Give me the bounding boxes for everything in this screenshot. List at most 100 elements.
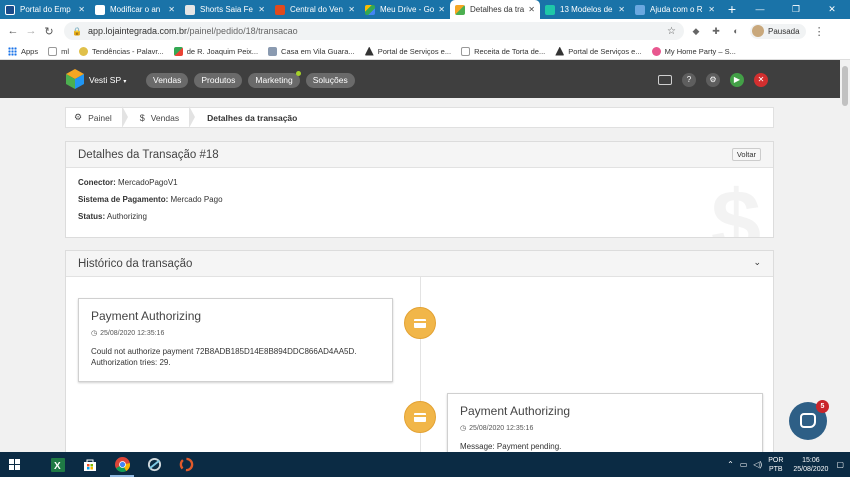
excel-icon[interactable]: X bbox=[42, 452, 74, 477]
browser-tab[interactable]: Portal do Emp ✕ bbox=[0, 0, 90, 19]
entry-title: Payment Authorizing bbox=[91, 309, 202, 323]
url-path: /painel/pedido/18/transacao bbox=[187, 26, 298, 36]
browser-tab[interactable]: Meu Drive - Go ✕ bbox=[360, 0, 450, 19]
restore-icon[interactable]: ❐ bbox=[778, 0, 814, 19]
entry-date-text: 25/08/2020 12:35:16 bbox=[100, 329, 165, 337]
chat-icon bbox=[800, 413, 816, 428]
app-spinner-icon[interactable] bbox=[170, 452, 202, 477]
bag-icon bbox=[275, 4, 285, 15]
extension-icon[interactable]: ◆ bbox=[688, 26, 704, 37]
url-input[interactable]: 🔒 app.lojaintegrada.com.br /painel/pedid… bbox=[64, 22, 684, 40]
nav-marketing[interactable]: Marketing bbox=[248, 71, 301, 88]
language-indicator[interactable]: POR PTB bbox=[768, 456, 783, 474]
kebab-menu-icon[interactable]: ⋮ bbox=[814, 25, 825, 38]
top-actions: ? ⚙ ▶ ✕ bbox=[658, 73, 768, 87]
timeline-node bbox=[404, 401, 436, 433]
chevron-down-icon[interactable]: ⌄ bbox=[753, 257, 761, 268]
lang-line: POR bbox=[768, 456, 784, 464]
drive-icon bbox=[365, 4, 375, 15]
browser-tab[interactable]: Shorts Saia Fe ✕ bbox=[180, 0, 270, 19]
reload-icon[interactable]: ↻ bbox=[40, 25, 58, 38]
windows-start-icon[interactable] bbox=[0, 452, 28, 477]
network-icon[interactable]: ▭ bbox=[740, 460, 748, 469]
close-icon[interactable]: ✕ bbox=[708, 5, 715, 14]
breadcrumb-vendas[interactable]: $ Vendas bbox=[122, 106, 196, 128]
forward-arrow-icon[interactable]: → bbox=[22, 25, 40, 37]
chrome-icon[interactable] bbox=[106, 452, 138, 477]
close-icon[interactable]: ✕ bbox=[78, 5, 85, 14]
close-icon[interactable]: ✕ bbox=[528, 5, 535, 14]
snipping-tool-icon[interactable] bbox=[138, 452, 170, 477]
close-icon[interactable]: ✕ bbox=[258, 5, 265, 14]
portal-icon bbox=[555, 46, 565, 56]
play-icon[interactable]: ▶ bbox=[730, 73, 744, 87]
maps-icon bbox=[173, 46, 183, 56]
nav-solucoes[interactable]: Soluções bbox=[305, 73, 355, 88]
credit-card-icon bbox=[414, 413, 426, 422]
sistema-label: Sistema de Pagamento: bbox=[78, 195, 169, 204]
bookmark-item[interactable]: Portal de Serviços e... bbox=[555, 46, 642, 56]
close-icon[interactable]: ✕ bbox=[618, 5, 625, 14]
bookmark-apps[interactable]: Apps bbox=[8, 46, 38, 56]
tab-title: Central do Ven bbox=[290, 5, 343, 14]
bookmark-item[interactable]: Portal de Serviços e... bbox=[364, 46, 452, 56]
chevron-up-icon[interactable]: ⌃ bbox=[727, 460, 734, 469]
clock[interactable]: 15:06 25/08/2020 bbox=[793, 456, 828, 474]
page-scrollbar[interactable] bbox=[840, 60, 850, 452]
browser-tab[interactable]: 13 Modelos de ✕ bbox=[540, 0, 630, 19]
panel-header[interactable]: Histórico da transação ⌄ bbox=[66, 251, 773, 277]
back-arrow-icon[interactable]: ← bbox=[4, 25, 22, 37]
chat-badge: 5 bbox=[816, 400, 829, 413]
main-nav: Vendas Produtos Marketing Soluções bbox=[146, 71, 361, 88]
nav-vendas[interactable]: Vendas bbox=[146, 73, 189, 88]
profile-button[interactable]: Pausada bbox=[750, 23, 806, 39]
help-icon[interactable]: ? bbox=[682, 73, 696, 87]
gear-icon[interactable]: ⚙ bbox=[706, 73, 720, 87]
party-icon bbox=[651, 46, 661, 56]
detail-status: Status: Authorizing bbox=[78, 212, 773, 221]
browser-tab[interactable]: Central do Ven ✕ bbox=[270, 0, 360, 19]
back-button[interactable]: Voltar bbox=[731, 148, 761, 161]
panel-header: Detalhes da Transação #18 Voltar bbox=[66, 142, 773, 168]
page-icon bbox=[461, 46, 471, 56]
scrollbar-thumb[interactable] bbox=[842, 66, 848, 106]
timeline-node bbox=[404, 307, 436, 339]
bookmark-item[interactable]: de R. Joaquim Peix... bbox=[173, 46, 258, 56]
close-window-icon[interactable]: ✕ bbox=[814, 0, 850, 19]
bookmark-label: Portal de Serviços e... bbox=[377, 46, 452, 56]
transaction-history-panel: Histórico da transação ⌄ Payment Authori… bbox=[65, 250, 774, 452]
store-name: Vesti SP bbox=[89, 75, 121, 85]
puzzle-icon[interactable]: ✚ bbox=[708, 26, 724, 37]
store-logo-icon[interactable] bbox=[66, 69, 84, 89]
nav-produtos[interactable]: Produtos bbox=[194, 73, 243, 88]
browser-tab-active[interactable]: Detalhes da tra ✕ bbox=[450, 0, 540, 19]
close-icon[interactable]: ✕ bbox=[438, 5, 445, 14]
close-icon[interactable]: ✕ bbox=[168, 5, 175, 14]
close-icon[interactable]: ✕ bbox=[348, 5, 355, 14]
entry-message: Message: Payment pending. bbox=[460, 442, 562, 451]
store-icon[interactable] bbox=[74, 452, 106, 477]
new-tab-button[interactable]: + bbox=[720, 0, 744, 19]
tab-title: 13 Modelos de bbox=[560, 5, 613, 14]
chat-widget-button[interactable]: 5 bbox=[789, 400, 829, 440]
bookmark-item[interactable]: Tendências - Palavr... bbox=[79, 46, 164, 56]
bookmark-item[interactable]: Receita de Torta de... bbox=[461, 46, 545, 56]
star-icon[interactable]: ☆ bbox=[667, 26, 676, 37]
browser-tab[interactable]: Ajuda com o R ✕ bbox=[630, 0, 720, 19]
clock-icon: ◷ bbox=[91, 330, 98, 337]
bookmark-item[interactable]: My Home Party – S... bbox=[651, 46, 736, 56]
volume-icon[interactable]: ◁) bbox=[753, 460, 762, 469]
store-selector[interactable]: Vesti SP ▾ bbox=[89, 75, 126, 85]
tab-title: Portal do Emp bbox=[20, 5, 71, 14]
breadcrumb-painel[interactable]: ⚙ Painel bbox=[66, 106, 128, 128]
bookmark-item[interactable]: ml bbox=[48, 46, 69, 56]
minimize-icon[interactable]: — bbox=[742, 0, 778, 19]
notifications-icon[interactable]: ▢ bbox=[836, 460, 844, 469]
screen-icon[interactable] bbox=[658, 75, 672, 85]
close-icon[interactable]: ✕ bbox=[754, 73, 768, 87]
browser-tab[interactable]: Modificar o an ✕ bbox=[90, 0, 180, 19]
cast-icon[interactable]: ◐ bbox=[728, 26, 744, 36]
window-controls: — ❐ ✕ bbox=[742, 0, 850, 19]
tab-title: Detalhes da tra bbox=[470, 5, 525, 14]
bookmark-item[interactable]: Casa em Vila Guara... bbox=[268, 46, 355, 56]
